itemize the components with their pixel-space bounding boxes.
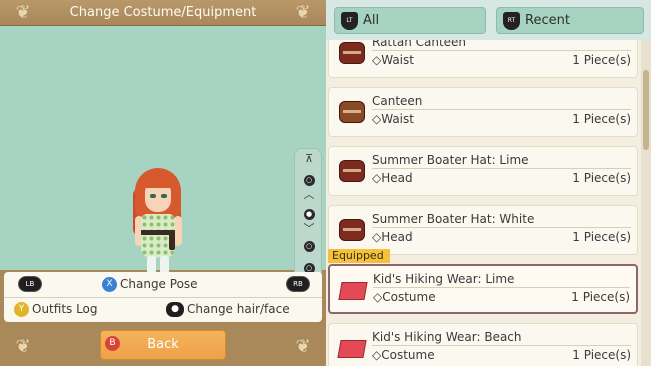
item-slot: ◇Waist [372, 112, 414, 126]
filter-bar: LT All RT Recent [326, 0, 651, 40]
page-title: Change Costume/Equipment [69, 5, 257, 20]
item-quantity: 1 Piece(s) [572, 112, 631, 126]
filter-all-button[interactable]: LT All [334, 7, 486, 34]
filter-recent-button[interactable]: RT Recent [496, 7, 644, 34]
change-hair-label: Change hair/face [187, 302, 290, 316]
barrel-icon [336, 40, 366, 67]
costume-preview-panel: ❦ Change Costume/Equipment ❦ ⊼ ○ ︿ ● ﹀ ○ [0, 0, 326, 366]
scrollbar-thumb[interactable] [643, 70, 649, 150]
control-hints: LB X Change Pose RB Y Outfits Log ● Change … [4, 272, 322, 322]
x-button-icon: X [102, 277, 117, 292]
character-model[interactable] [133, 168, 193, 288]
outfits-log-label: Outfits Log [32, 302, 98, 316]
barrel-icon [336, 214, 366, 244]
item-slot: ◇Costume [372, 348, 435, 362]
item-name: Summer Boater Hat: Lime [372, 153, 529, 167]
equipment-list-panel: LT All RT Recent Rattan Canteen ◇Waist 1… [326, 0, 651, 366]
chevron-down-icon: ﹀ [303, 222, 315, 235]
right-bottom-ornament-icon: ❦ [295, 336, 311, 357]
lb-button-icon[interactable]: LB [18, 276, 42, 292]
stick-down-icon: ○ [295, 239, 323, 252]
item-name: Kid's Hiking Wear: Lime [373, 272, 515, 286]
item-name: Summer Boater Hat: White [372, 212, 535, 226]
clothing-icon [337, 274, 368, 304]
change-pose-label: Change Pose [120, 277, 198, 291]
filter-recent-label: Recent [525, 13, 570, 28]
item-name: Canteen [372, 94, 423, 108]
lt-button-icon: LT [341, 12, 358, 30]
list-item[interactable]: Summer Boater Hat: White ◇Head 1 Piece(s… [328, 205, 638, 255]
title-bar: ❦ Change Costume/Equipment ❦ [0, 0, 326, 26]
item-quantity: 1 Piece(s) [572, 171, 631, 185]
item-quantity: 1 Piece(s) [572, 53, 631, 67]
item-quantity: 1 Piece(s) [572, 230, 631, 244]
back-button[interactable]: B Back [100, 330, 226, 360]
y-button-icon: Y [14, 302, 29, 317]
item-slot: ◇Costume [373, 290, 436, 304]
list-item[interactable]: Rattan Canteen ◇Waist 1 Piece(s) [328, 40, 638, 78]
item-slot: ◇Waist [372, 53, 414, 67]
list-item[interactable]: Kid's Hiking Wear: Beach ◇Costume 1 Piec… [328, 323, 638, 366]
change-pose-button[interactable]: X Change Pose [102, 277, 198, 292]
left-bottom-ornament-icon: ❦ [15, 336, 31, 357]
character-preview[interactable]: ⊼ ○ ︿ ● ﹀ ○ ○ ⊻ [0, 26, 326, 294]
list-item[interactable]: Canteen ◇Waist 1 Piece(s) [328, 87, 638, 137]
item-name: Kid's Hiking Wear: Beach [372, 330, 522, 344]
barrel-icon [336, 96, 366, 126]
change-hair-button[interactable]: ● Change hair/face [166, 302, 290, 317]
view-button-icon: ● [166, 302, 184, 317]
list-item-equipped[interactable]: Kid's Hiking Wear: Lime ◇Costume 1 Piece… [328, 264, 638, 314]
item-name: Rattan Canteen [372, 40, 467, 49]
slider-top-icon[interactable]: ⊼ [295, 153, 323, 165]
outfits-log-button[interactable]: Y Outfits Log [14, 302, 98, 317]
list-item[interactable]: Summer Boater Hat: Lime ◇Head 1 Piece(s) [328, 146, 638, 196]
clothing-icon [336, 332, 367, 362]
right-ornament-icon: ❦ [295, 2, 311, 23]
chevron-up-icon: ︿ [303, 188, 315, 201]
equipment-list[interactable]: Rattan Canteen ◇Waist 1 Piece(s) Canteen… [326, 40, 641, 366]
equipped-badge: Equipped [328, 249, 390, 263]
filter-all-label: All [363, 13, 380, 28]
back-label: Back [147, 337, 179, 352]
rt-button-icon: RT [503, 12, 520, 30]
b-button-icon: B [105, 336, 120, 351]
item-slot: ◇Head [372, 230, 413, 244]
barrel-icon [336, 155, 366, 185]
item-quantity: 1 Piece(s) [572, 348, 631, 362]
stick-icon: ● [295, 207, 323, 220]
stick-up-icon: ○ [295, 173, 323, 186]
rb-button-icon[interactable]: RB [286, 276, 310, 292]
list-scrollbar[interactable] [641, 40, 651, 366]
item-slot: ◇Head [372, 171, 413, 185]
item-quantity: 1 Piece(s) [571, 290, 630, 304]
